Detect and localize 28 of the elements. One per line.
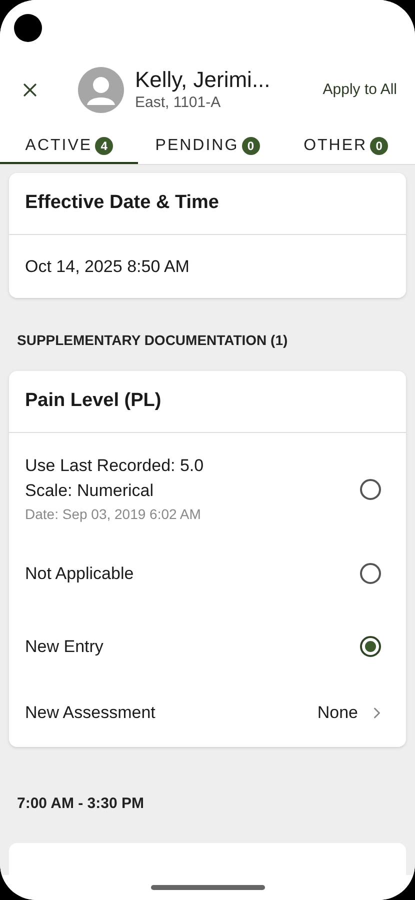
effective-date-value[interactable]: Oct 14, 2025 8:50 AM	[25, 254, 190, 280]
section-label: SUPPLEMENTARY DOCUMENTATION (1)	[17, 331, 289, 350]
radio-button[interactable]	[360, 636, 381, 657]
row-value: None	[317, 702, 358, 724]
row-label: New Assessment	[25, 702, 156, 724]
avatar-icon	[78, 67, 124, 113]
apply-to-all-button[interactable]: Apply to All	[322, 78, 397, 102]
count-badge: 0	[370, 137, 388, 155]
count-badge: 0	[242, 137, 260, 155]
option-label: New Entry	[25, 636, 104, 658]
new-assessment-row[interactable]: New Assessment None	[9, 683, 406, 747]
patient-location: East, 1101-A	[135, 93, 222, 113]
radio-button[interactable]	[360, 478, 381, 500]
radio-option[interactable]: New Entry	[9, 610, 406, 683]
card-title: Effective Date & Time	[25, 191, 219, 216]
option-label: Use Last Recorded: 5.0	[25, 455, 205, 477]
radio-option[interactable]: Use Last Recorded: 5.0 Scale: Numerical Date: Sep 03, 2019 6:02 AM	[9, 433, 406, 537]
count-badge: 4	[95, 137, 114, 155]
radio-option[interactable]: Not Applicable	[9, 537, 406, 610]
radio-button[interactable]	[360, 563, 381, 584]
option-label: Scale: Numerical	[25, 480, 154, 502]
time-range-label: 7:00 AM - 3:30 PM	[17, 794, 145, 814]
patient-name: Kelly, Jerimi...	[135, 67, 270, 93]
option-date: Date: Sep 03, 2019 6:02 AM	[25, 505, 202, 524]
card-title: Pain Level (PL)	[25, 389, 162, 414]
option-label: Not Applicable	[25, 563, 135, 585]
tab[interactable]: PENDING 0	[138, 130, 277, 164]
tab[interactable]: OTHER 0	[276, 130, 415, 164]
